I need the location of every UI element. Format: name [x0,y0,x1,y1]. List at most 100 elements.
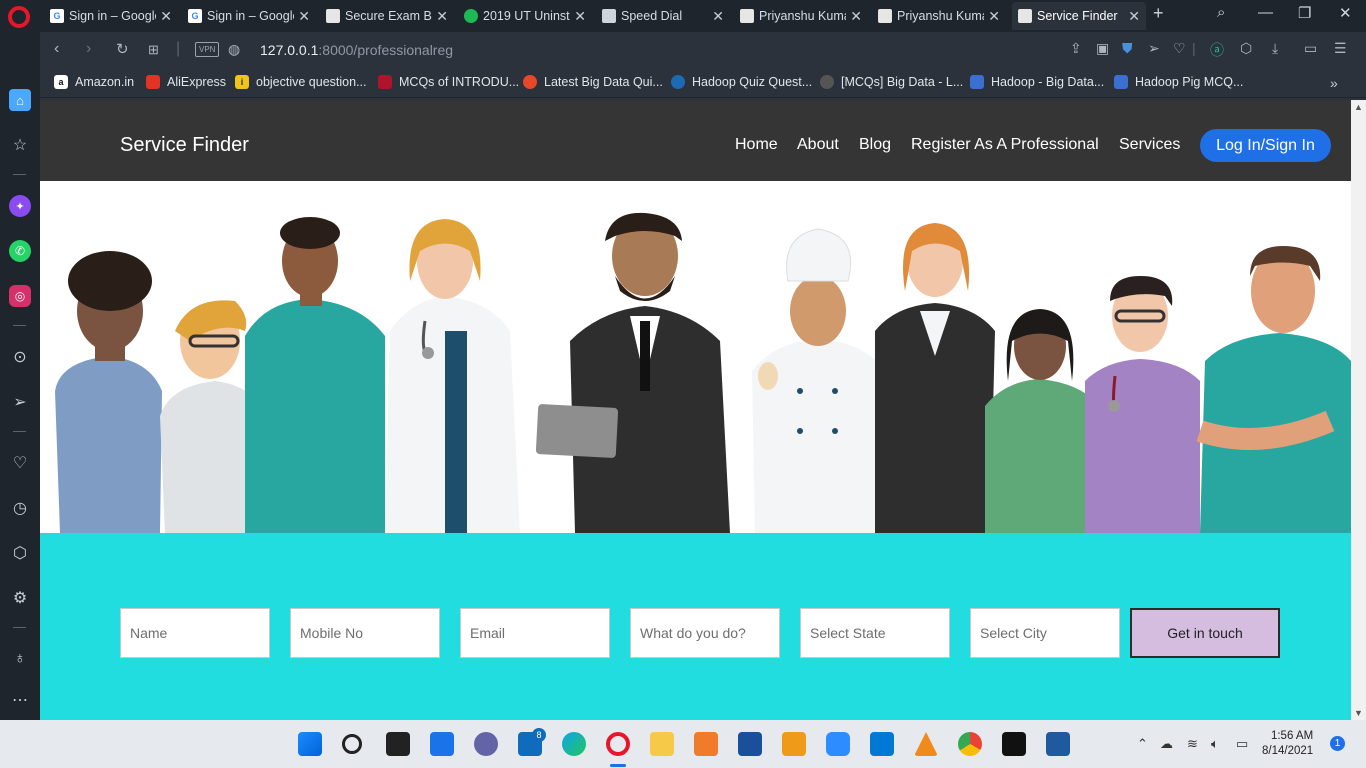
instagram-icon[interactable]: ◎ [9,285,31,307]
download-icon[interactable]: ⤓ [1272,40,1278,57]
nav-blog[interactable]: Blog [859,136,891,154]
zoom-icon[interactable] [826,732,850,756]
bookmark-hadoop-quiz[interactable]: Hadoop Quiz Quest... [671,75,812,89]
close-icon[interactable]: ✕ [988,8,1000,25]
vpn-badge[interactable]: VPN [195,42,220,57]
close-icon[interactable]: ✕ [712,8,724,25]
email-field[interactable] [460,608,610,658]
whatsapp-icon[interactable]: ✆ [9,240,31,262]
battery-icon[interactable]: ▭ [1236,736,1248,752]
close-icon[interactable]: ✕ [574,8,586,25]
forward-icon[interactable]: › [86,40,91,58]
windows-start-icon[interactable] [298,732,322,756]
city-field[interactable] [970,608,1120,658]
tab-1[interactable]: G Sign in – Google ✕ [44,2,178,30]
search-icon[interactable]: ⌕ [1217,4,1225,21]
edge-icon[interactable] [562,732,586,756]
nav-about[interactable]: About [797,136,839,154]
send-icon[interactable]: ➢ [1148,40,1160,57]
back-icon[interactable]: ‹ [54,40,59,58]
extension-a-icon[interactable]: ⓐ [1210,40,1224,60]
vlc-icon[interactable] [914,732,938,756]
store-icon[interactable] [738,732,762,756]
close-icon[interactable]: ✕ [850,8,862,25]
tray-chevron-icon[interactable]: ⌃ [1137,736,1148,752]
mobile-field[interactable] [290,608,440,658]
bookmark-mcqs-bigdata[interactable]: [MCQs] Big Data - L... [820,75,963,89]
opera-icon[interactable] [606,732,630,756]
shield-icon[interactable]: ⛊ [1122,40,1133,57]
camera-icon[interactable]: ▣ [1096,40,1109,57]
tab-4[interactable]: 2019 UT Uninsta ✕ [458,2,592,30]
page-scrollbar[interactable]: ▲ ▼ [1351,100,1366,720]
terminal-icon[interactable] [1002,732,1026,756]
new-tab-icon[interactable]: + [1153,3,1164,24]
globe-icon[interactable]: ◍ [228,41,240,58]
more-icon[interactable]: ⋯ [9,689,31,711]
minimize-icon[interactable]: — [1258,4,1273,21]
profession-field[interactable] [630,608,780,658]
widgets-icon[interactable] [430,732,454,756]
volume-icon[interactable]: 🔈︎ [1211,736,1219,752]
nav-home[interactable]: Home [735,136,778,154]
lightbulb-icon[interactable]: ♁ [9,648,31,670]
tab-5[interactable]: Speed Dial ✕ [596,2,730,30]
vscode-icon[interactable] [870,732,894,756]
bookmark-hadoop-pig[interactable]: Hadoop Pig MCQ... [1114,75,1243,89]
scroll-up-icon[interactable]: ▲ [1354,102,1363,112]
share-icon[interactable]: ⇪ [1070,40,1082,57]
tab-7[interactable]: Priyanshu Kuma ✕ [872,2,1006,30]
reload-icon[interactable]: ↻ [116,40,129,58]
url-field[interactable]: 127.0.0.1:8000/professionalreg [260,42,453,58]
bookmark-objective[interactable]: i objective question... [235,75,367,89]
name-field[interactable] [120,608,270,658]
bookmark-mcqs-introdu[interactable]: MCQs of INTRODU... [378,75,519,89]
player-icon[interactable]: ⊙ [9,346,31,368]
close-icon[interactable]: ✕ [298,8,310,25]
sublime-text-icon[interactable] [782,732,806,756]
system-clock[interactable]: 1:56 AM 8/14/2021 [1262,729,1313,759]
opera-logo-icon[interactable] [8,6,30,28]
login-signin-button[interactable]: Log In/Sign In [1200,129,1331,162]
chrome-icon[interactable] [958,732,982,756]
teams-chat-icon[interactable] [474,732,498,756]
more-bookmarks-icon[interactable]: » [1330,75,1338,91]
wifi-icon[interactable]: ≋ [1187,736,1198,752]
xampp-icon[interactable] [694,732,718,756]
tab-8-active[interactable]: Service Finder ✕ [1012,2,1146,30]
bookmark-aliexpress[interactable]: AliExpress [146,75,226,89]
cube-icon[interactable]: ⬡ [9,542,31,564]
close-window-icon[interactable]: ✕ [1339,4,1352,22]
nav-services[interactable]: Services [1119,136,1180,154]
file-explorer-icon[interactable] [650,732,674,756]
cube-icon[interactable]: ⬡ [1240,40,1252,57]
tab-3[interactable]: Secure Exam Bro ✕ [320,2,454,30]
home-icon[interactable]: ⌂ [9,89,31,111]
star-icon[interactable]: ☆ [9,134,31,156]
onedrive-icon[interactable]: ☁ [1160,736,1173,752]
heart-icon[interactable]: ♡ [9,452,31,474]
task-view-icon[interactable] [386,732,410,756]
close-icon[interactable]: ✕ [1128,8,1140,25]
bookmark-amazon[interactable]: a Amazon.in [54,75,134,89]
bookmark-hadoop-bigdata[interactable]: Hadoop - Big Data... [970,75,1104,89]
nav-register-professional[interactable]: Register As A Professional [911,136,1099,154]
close-icon[interactable]: ✕ [436,8,448,25]
site-brand[interactable]: Service Finder [120,134,249,157]
heart-icon[interactable]: ♡ [1173,40,1186,57]
get-in-touch-button[interactable]: Get in touch [1130,608,1280,658]
battery-saver-icon[interactable]: ▭ [1304,40,1317,57]
tabs-grid-icon[interactable]: ⊞ [148,42,159,58]
scroll-down-icon[interactable]: ▼ [1354,708,1363,718]
powershell-icon[interactable] [1046,732,1070,756]
state-field[interactable] [800,608,950,658]
bookmark-bigdata-quiz[interactable]: Latest Big Data Qui... [523,75,663,89]
messenger-icon[interactable]: ✦ [9,195,31,217]
search-icon[interactable] [342,734,362,754]
close-icon[interactable]: ✕ [160,8,172,25]
tab-6[interactable]: Priyanshu Kuma ✕ [734,2,868,30]
history-icon[interactable]: ◷ [9,497,31,519]
tab-2[interactable]: G Sign in – Google ✕ [182,2,316,30]
send-icon[interactable]: ➢ [9,391,31,413]
notification-badge[interactable]: 1 [1330,736,1345,751]
